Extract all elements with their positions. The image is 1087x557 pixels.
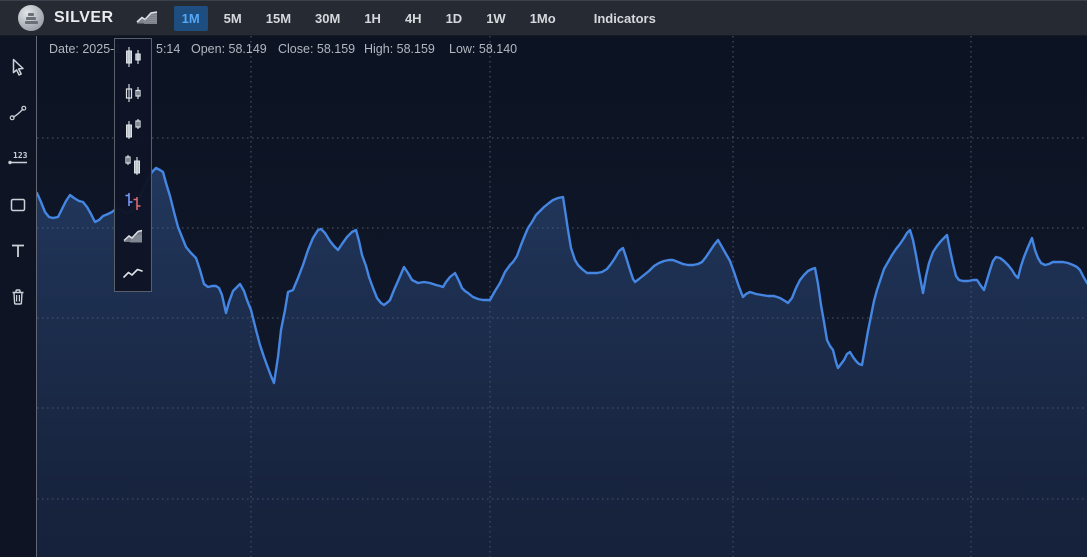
area-fill — [37, 168, 1087, 557]
trash-icon — [8, 287, 28, 307]
area-chart-icon — [134, 9, 160, 27]
text-tool-button[interactable] — [2, 228, 34, 274]
info-low: Low: 58.140 — [449, 42, 517, 56]
info-date-suffix: 5:14 — [156, 42, 180, 56]
menu-item-candles-mixed-left-filled[interactable] — [115, 111, 151, 147]
menu-item-ohlc-bars[interactable] — [115, 183, 151, 219]
menu-item-candles-mixed-right-filled[interactable] — [115, 147, 151, 183]
symbol-title: SILVER — [54, 9, 114, 27]
info-high: High: 58.159 — [364, 42, 435, 56]
chart-type-menu — [114, 38, 152, 292]
text-icon — [8, 241, 28, 261]
timeframe-4h[interactable]: 4H — [397, 6, 430, 31]
info-close: Close: 58.159 — [278, 42, 355, 56]
timeframe-1d[interactable]: 1D — [438, 6, 471, 31]
info-date-prefix: Date: 2025-1 — [49, 42, 121, 56]
trading-app: Date: 2025-1 5:14 Open: 58.149 Close: 58… — [0, 0, 1087, 557]
price-line-tool-button[interactable]: 123 — [2, 136, 34, 182]
timeframe-5m[interactable]: 5M — [216, 6, 250, 31]
hollow-candles-icon — [122, 81, 144, 105]
rectangle-icon — [8, 195, 28, 215]
info-open: Open: 58.149 — [191, 42, 267, 56]
line-icon — [121, 262, 145, 284]
trend-line-icon — [8, 103, 28, 123]
timeframe-15m[interactable]: 15M — [258, 6, 299, 31]
delete-tool-button[interactable] — [2, 274, 34, 320]
cursor-icon — [8, 57, 28, 77]
silver-coin-logo — [18, 5, 44, 31]
timeframe-1h[interactable]: 1H — [356, 6, 389, 31]
chart-type-button[interactable] — [128, 3, 166, 33]
svg-text:123: 123 — [13, 151, 28, 160]
timeframe-1m[interactable]: 1M — [174, 6, 208, 31]
cursor-tool-button[interactable] — [2, 44, 34, 90]
price-line-123-icon: 123 — [7, 149, 29, 169]
indicators-button[interactable]: Indicators — [594, 11, 656, 26]
price-chart[interactable] — [37, 36, 1087, 557]
menu-item-candles[interactable] — [115, 39, 151, 75]
drawing-toolbar: 123 — [0, 36, 37, 557]
menu-item-hollow-candles[interactable] — [115, 75, 151, 111]
top-bar: SILVER 1M 5M 15M 30M 1H 4H 1D 1W 1Mo Ind… — [0, 0, 1087, 36]
menu-item-line[interactable] — [115, 255, 151, 291]
timeframe-1mo[interactable]: 1Mo — [522, 6, 564, 31]
silver-bars-icon — [25, 13, 38, 24]
area-icon — [121, 226, 145, 248]
candles-mixed-left-filled-icon — [122, 117, 144, 141]
candles-icon — [122, 45, 144, 69]
candles-mixed-right-filled-icon — [122, 153, 144, 177]
rectangle-tool-button[interactable] — [2, 182, 34, 228]
timeframe-30m[interactable]: 30M — [307, 6, 348, 31]
ohlc-bars-icon — [122, 189, 144, 213]
trend-line-tool-button[interactable] — [2, 90, 34, 136]
menu-item-area[interactable] — [115, 219, 151, 255]
ohlc-info-bar: Date: 2025-1 5:14 Open: 58.149 Close: 58… — [37, 40, 1087, 58]
timeframe-1w[interactable]: 1W — [478, 6, 514, 31]
